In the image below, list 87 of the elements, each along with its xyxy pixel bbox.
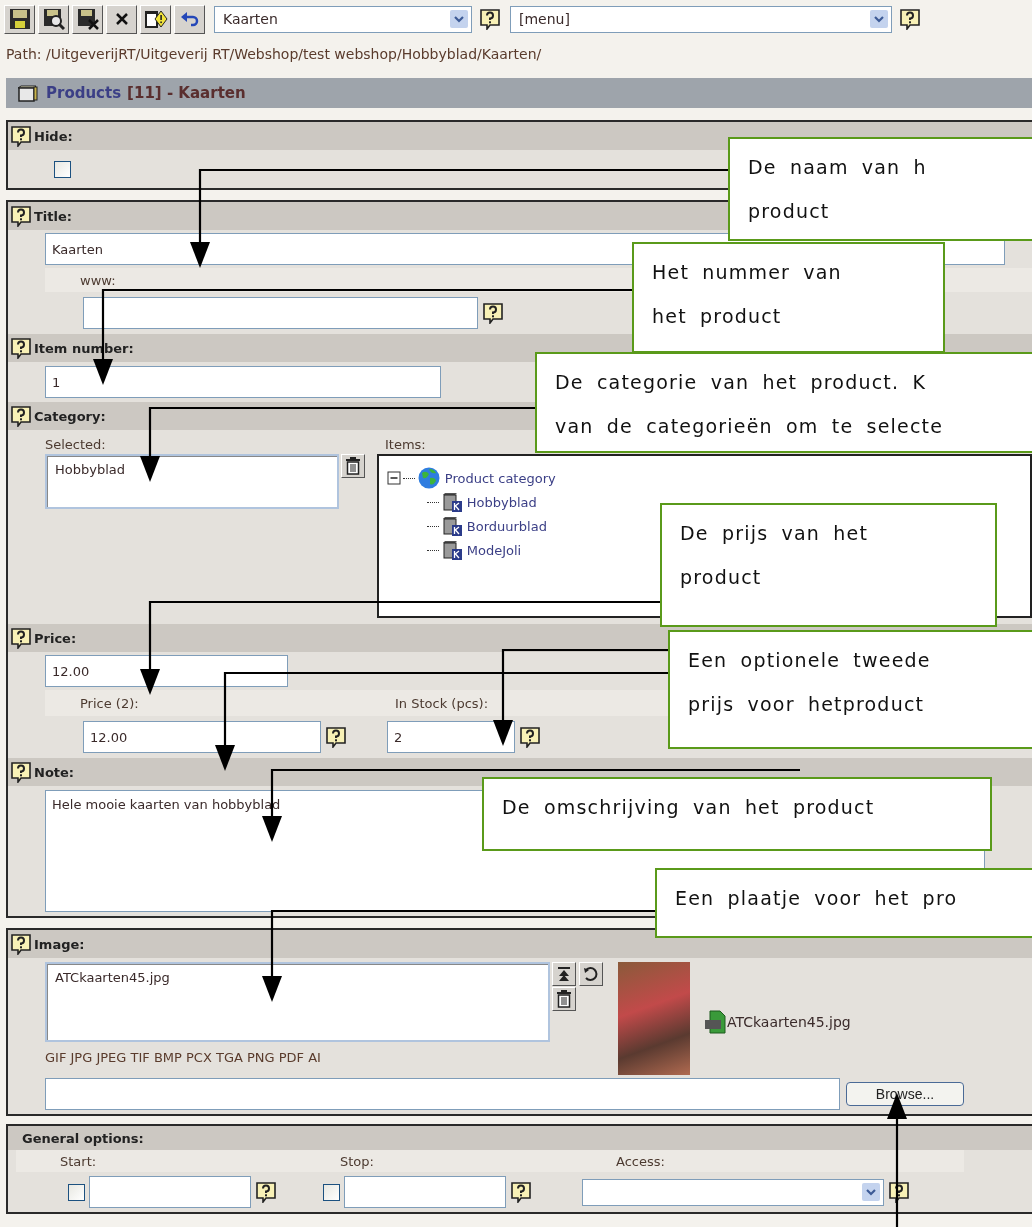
category-folder-icon: [440, 539, 463, 561]
help-icon[interactable]: [10, 405, 32, 427]
start-checkbox[interactable]: [68, 1183, 85, 1201]
browse-files-button[interactable]: [579, 962, 603, 986]
jpg-file-icon: [704, 1010, 726, 1034]
page-select[interactable]: Kaarten: [214, 5, 472, 33]
item-number-field[interactable]: 1: [45, 366, 441, 398]
help-icon[interactable]: [479, 8, 501, 30]
selected-category-list[interactable]: Hobbyblad: [45, 454, 339, 509]
field-label: Access:: [616, 1153, 665, 1169]
annotation-callout: De categorie van het product. K van de categorieën om te selecte: [535, 352, 1032, 453]
tree-item[interactable]: ModeJoli: [466, 542, 522, 558]
stop-checkbox[interactable]: [323, 1183, 340, 1201]
undo-arrow-icon: [179, 11, 200, 27]
second-price-field[interactable]: 12.00: [83, 721, 321, 753]
help-icon[interactable]: [10, 337, 32, 359]
annotation-callout: Een plaatje voor het pro: [655, 868, 1032, 938]
list-option[interactable]: Hobbyblad: [55, 462, 329, 477]
trash-icon: [556, 990, 572, 1008]
record-type: Products: [46, 84, 122, 102]
move-up-button[interactable]: [552, 962, 576, 986]
help-icon[interactable]: [899, 8, 921, 30]
help-icon[interactable]: [325, 726, 347, 748]
tree-item[interactable]: Product category: [444, 470, 556, 486]
field-label: In Stock (pcs):: [395, 695, 488, 711]
annotation-callout: Het nummer van het product: [632, 242, 945, 353]
annotation-callout: De omschrijving van het product: [482, 777, 992, 851]
help-icon[interactable]: [482, 302, 504, 324]
browse-button[interactable]: Browse...: [846, 1082, 964, 1106]
remove-button[interactable]: [552, 987, 576, 1011]
field-label: Items:: [385, 437, 426, 452]
collapse-toggle-icon[interactable]: [386, 471, 401, 485]
delete-button[interactable]: [140, 4, 171, 34]
field-label: Stop:: [340, 1153, 375, 1169]
save-and-view-button[interactable]: [38, 4, 69, 34]
image-file-list[interactable]: ATCkaarten45.jpg: [45, 962, 550, 1042]
menu-select[interactable]: [menu]: [510, 5, 892, 33]
save-and-close-button[interactable]: [72, 4, 103, 34]
allowed-formats-text: GIF JPG JPEG TIF BMP PCX TGA PNG PDF AI: [45, 1050, 322, 1065]
trash-icon: [344, 457, 361, 475]
image-filename[interactable]: ATCkaarten45.jpg: [727, 1014, 851, 1030]
category-folder-icon: [440, 491, 463, 513]
help-icon[interactable]: [519, 726, 541, 748]
list-option[interactable]: ATCkaarten45.jpg: [55, 970, 540, 985]
file-upload-field[interactable]: [45, 1078, 840, 1110]
save-button[interactable]: [4, 4, 35, 34]
globe-icon: [416, 466, 441, 490]
path-text: Path: /UitgeverijRT/Uitgeverij RT/Webshop/test webshop/Hobbyblad/Kaarten/: [5, 45, 543, 64]
move-to-top-icon: [557, 966, 571, 982]
stop-date-field[interactable]: [344, 1176, 506, 1208]
tree-item[interactable]: Borduurblad: [466, 518, 547, 534]
remove-button[interactable]: [340, 454, 365, 478]
floppy-cross-icon: [76, 8, 99, 30]
www-field[interactable]: [83, 297, 478, 329]
field-label: Note:: [34, 764, 75, 780]
help-icon[interactable]: [10, 933, 32, 955]
help-icon[interactable]: [10, 627, 32, 649]
section-label: General options:: [22, 1130, 144, 1146]
annotation-callout: Een optionele tweede prijs voor hetproduct: [668, 630, 1032, 749]
price-field[interactable]: 12.00: [45, 655, 288, 687]
close-icon: [114, 12, 129, 26]
hide-checkbox[interactable]: [54, 160, 71, 178]
floppy-magnifier-icon: [42, 8, 65, 30]
help-icon[interactable]: [10, 761, 32, 783]
help-icon[interactable]: [10, 125, 32, 147]
category-folder-icon: [440, 515, 463, 537]
help-icon[interactable]: [10, 205, 32, 227]
field-label: Price (2):: [80, 695, 140, 711]
field-label: Title:: [34, 208, 72, 224]
help-icon[interactable]: [255, 1181, 277, 1203]
field-label: Selected:: [45, 437, 107, 452]
field-label: Start:: [60, 1153, 98, 1169]
box-icon: [16, 84, 38, 102]
field-label: Category:: [34, 408, 106, 424]
close-button[interactable]: [106, 4, 137, 34]
annotation-callout: De prijs van het product: [660, 503, 997, 627]
field-label: Hide:: [34, 128, 73, 144]
record-name: [11] - Kaarten: [127, 84, 246, 102]
undo-button[interactable]: [174, 4, 205, 34]
field-label: www:: [80, 272, 116, 288]
tree-item[interactable]: Hobbyblad: [466, 494, 537, 510]
field-label: Image:: [34, 936, 85, 952]
stock-field[interactable]: 2: [387, 721, 515, 753]
annotation-callout: De naam van h product: [728, 137, 1032, 241]
field-label: Price:: [34, 630, 77, 646]
help-icon[interactable]: [510, 1181, 532, 1203]
start-date-field[interactable]: [89, 1176, 251, 1208]
